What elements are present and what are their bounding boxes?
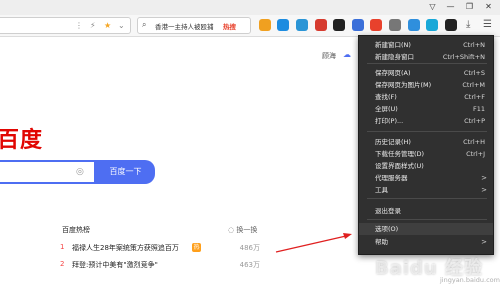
menu-item-shortcut: Ctrl+N [463,41,485,49]
menu-item[interactable]: 全屏(U) F11 [359,103,493,115]
menu-item[interactable]: 工具 > [359,184,493,196]
submenu-arrow-icon: > [481,186,487,194]
menu-item[interactable]: 查找(F) Ctrl+F [359,91,493,103]
menu-item-label: 打印(P)... [375,117,404,125]
menu-separator [367,131,487,132]
menu-item-label: 帮助 [375,238,388,246]
menu-item-shortcut: Ctrl+F [464,93,485,101]
menu-item-label: 全屏(U) [375,105,398,113]
menu-item[interactable]: 下载任务管理(D) Ctrl+J [359,148,493,160]
menu-item-label: 设置界面样式(U) [375,162,424,170]
menu-item-shortcut: Ctrl+Shift+N [442,53,485,61]
menu-item[interactable]: 新建隐身窗口 Ctrl+Shift+N [359,51,493,63]
menu-separator [367,219,487,220]
menu-separator [367,63,487,64]
menu-item-shortcut: Ctrl+M [462,81,485,89]
menu-item-shortcut: Ctrl+P [464,117,485,125]
menu-item-shortcut: Ctrl+S [463,69,485,77]
menu-item-label: 查找(F) [375,93,397,101]
menu-item-label: 选项(O) [375,225,399,233]
menu-item-label: 代理服务器 [375,174,408,182]
menu-item[interactable]: 选项(O) [359,223,493,235]
menu-item[interactable]: 保存网页为图片(M) Ctrl+M [359,79,493,91]
menu-separator [367,198,487,199]
menu-item[interactable]: 帮助 > [359,236,493,248]
menu-item-label: 工具 [375,186,388,194]
submenu-arrow-icon: > [481,174,487,182]
menu-item-label: 保存网页(A) [375,69,411,77]
menu-item[interactable]: 历史记录(H) Ctrl+H [359,136,493,148]
menu-item[interactable]: 保存网页(A) Ctrl+S [359,67,493,79]
menu-item-label: 保存网页为图片(M) [375,81,432,89]
menu-item-label: 下载任务管理(D) [375,150,425,158]
browser-main-menu: 新建窗口(N) Ctrl+N 新建隐身窗口 Ctrl+Shift+N 保存网页(A) Ct… [358,35,494,255]
arrow-shaft [275,235,347,253]
menu-item-shortcut: F11 [472,105,485,113]
menu-item-shortcut: Ctrl+J [466,150,485,158]
menu-item[interactable]: 设置界面样式(U) [359,160,493,172]
menu-item[interactable]: 新建窗口(N) Ctrl+N [359,39,493,51]
menu-item-label: 历史记录(H) [375,138,411,146]
arrow-head [343,233,352,239]
menu-item[interactable]: 代理服务器 > [359,172,493,184]
menu-item-shortcut: Ctrl+H [463,138,485,146]
submenu-arrow-icon: > [481,238,487,246]
menu-item-label: 退出登录 [375,207,401,215]
menu-item[interactable]: 打印(P)... Ctrl+P [359,115,493,127]
menu-item-label: 新建隐身窗口 [375,53,414,61]
menu-item-label: 新建窗口(N) [375,41,411,49]
watermark-url: jingyan.baidu.com [440,276,500,284]
menu-item[interactable]: 退出登录 [359,205,493,217]
